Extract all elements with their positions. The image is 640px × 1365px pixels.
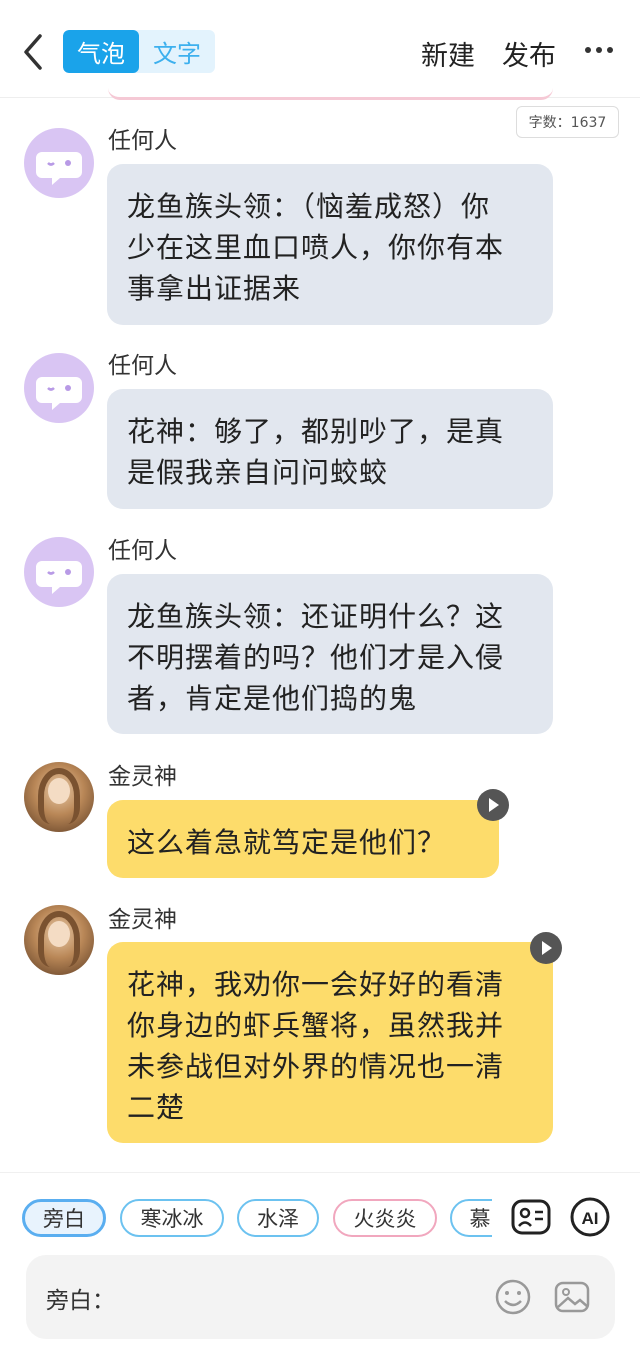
message-line: 你身边的虾兵蟹将，虽然我并	[127, 1009, 505, 1042]
sender-name: 金灵神	[108, 907, 177, 933]
sender-name: 任何人	[108, 353, 177, 379]
emoji-icon[interactable]	[494, 1278, 532, 1316]
play-icon[interactable]	[477, 789, 509, 821]
word-count-badge: 字数：1637	[516, 106, 619, 138]
more-icon[interactable]	[584, 44, 614, 56]
message-line: 不明摆着的吗？他们才是入侵	[127, 641, 505, 674]
message-bubble[interactable]: 龙鱼族头领：（恼羞成怒）你 少在这里血口喷人，你你有本 事拿出证据来	[107, 164, 553, 325]
previous-bubble-edge	[108, 88, 553, 100]
role-chip-bar: 旁白 寒冰冰 水泽 火炎炎 慕	[22, 1199, 492, 1241]
message-line: 未参战但对外界的情况也一清	[127, 1050, 505, 1083]
avatar[interactable]	[24, 128, 94, 198]
publish-button[interactable]: 发布	[502, 34, 556, 73]
role-card-icon[interactable]	[509, 1195, 553, 1239]
role-chip[interactable]: 寒冰冰	[120, 1199, 224, 1237]
message-bubble[interactable]: 花神，我劝你一会好好的看清 你身边的虾兵蟹将，虽然我并 未参战但对外界的情况也一…	[107, 942, 553, 1143]
avatar[interactable]	[24, 537, 94, 607]
sender-name: 任何人	[108, 538, 177, 564]
message-bubble[interactable]: 龙鱼族头领：还证明什么？这 不明摆着的吗？他们才是入侵 者，肯定是他们捣的鬼	[107, 574, 553, 734]
chat-bubble-icon	[36, 377, 82, 410]
avatar-face	[48, 921, 70, 947]
sender-name: 任何人	[108, 128, 177, 154]
svg-text:AI: AI	[582, 1209, 599, 1228]
message-line: 龙鱼族头领：还证明什么？这	[127, 600, 505, 633]
role-chip[interactable]: 水泽	[237, 1199, 319, 1237]
message-line: 者，肯定是他们捣的鬼	[127, 682, 418, 715]
role-chip[interactable]: 慕	[450, 1199, 492, 1237]
top-bar: 气泡 文字 新建 发布	[0, 0, 640, 98]
avatar[interactable]	[24, 353, 94, 423]
message-line: 事拿出证据来	[127, 272, 302, 305]
message-bubble[interactable]: 花神：够了，都别吵了，是真 是假我亲自问问蛟蛟	[107, 389, 553, 509]
tab-bubble[interactable]: 气泡	[63, 30, 139, 73]
message-line: 少在这里血口喷人，你你有本	[127, 231, 505, 264]
tab-text[interactable]: 文字	[139, 30, 215, 73]
chat-bubble-icon	[36, 561, 82, 594]
message-line: 龙鱼族头领：（恼羞成怒）你	[127, 190, 491, 223]
avatar-face	[48, 778, 70, 804]
new-button[interactable]: 新建	[421, 34, 475, 73]
play-icon[interactable]	[530, 932, 562, 964]
message-line: 花神：够了，都别吵了，是真	[127, 415, 505, 448]
avatar[interactable]	[24, 762, 94, 832]
message-line: 二楚	[127, 1091, 186, 1124]
ai-icon[interactable]: AI	[568, 1195, 612, 1239]
role-chip[interactable]: 旁白	[22, 1199, 106, 1237]
chat-bubble-icon	[36, 152, 82, 185]
input-label: 旁白：	[46, 1288, 115, 1314]
narration-input[interactable]: 旁白：	[26, 1255, 615, 1339]
sender-name: 金灵神	[108, 764, 177, 790]
message-bubble[interactable]: 这么着急就笃定是他们？	[107, 800, 499, 878]
message-line: 是假我亲自问问蛟蛟	[127, 456, 389, 489]
role-chip[interactable]: 火炎炎	[333, 1199, 437, 1237]
image-icon[interactable]	[553, 1278, 591, 1316]
avatar[interactable]	[24, 905, 94, 975]
mode-toggle: 气泡 文字	[63, 30, 215, 73]
message-line: 花神，我劝你一会好好的看清	[127, 968, 505, 1001]
back-icon[interactable]	[18, 32, 50, 72]
compose-panel: 旁白 寒冰冰 水泽 火炎炎 慕 AI 旁白：	[0, 1172, 640, 1365]
message-line: 这么着急就笃定是他们？	[127, 826, 447, 859]
